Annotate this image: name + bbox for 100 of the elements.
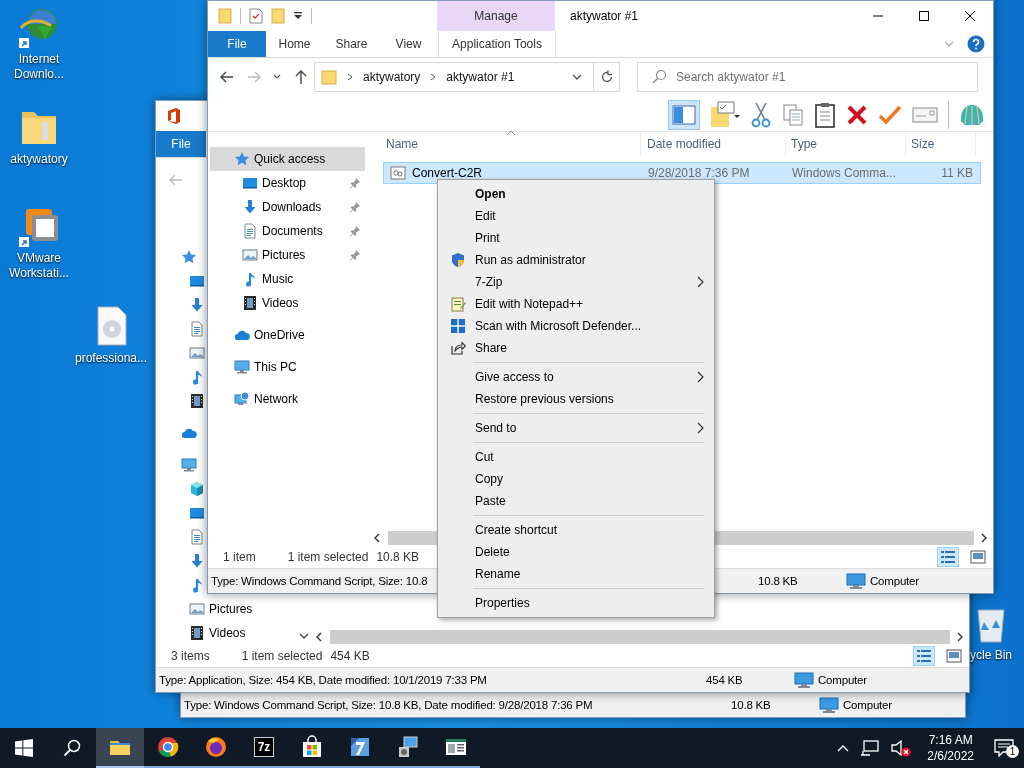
ribbon-tab[interactable]: File (156, 131, 206, 157)
menu-item[interactable]: Create shortcut (438, 519, 714, 541)
scroll-right-icon[interactable] (979, 532, 989, 544)
menu-item[interactable]: Properties (438, 592, 714, 614)
menu-item[interactable]: Edit (438, 205, 714, 227)
menu-item[interactable]: Scan with Microsoft Defender... (438, 315, 714, 337)
speaker-icon[interactable] (890, 739, 913, 757)
nav-item[interactable]: Videos (209, 626, 246, 640)
recent-dropdown-icon[interactable] (272, 73, 283, 81)
close-icon[interactable] (964, 10, 976, 22)
desktop-icon-label[interactable]: aktywatory (10, 152, 68, 167)
desktop-icon-label[interactable]: professiona... (75, 351, 148, 366)
window-icon (449, 318, 466, 334)
app-icon[interactable] (348, 735, 372, 759)
dropdown-icon[interactable] (293, 11, 303, 21)
image-icon (189, 345, 205, 361)
menu-item[interactable]: Copy (438, 468, 714, 490)
breadcrumb[interactable]: aktywatory (363, 70, 421, 84)
network-icon[interactable] (860, 739, 881, 757)
nav-item[interactable]: Videos (210, 291, 365, 315)
chevron-up-icon[interactable] (836, 743, 851, 753)
column-header[interactable]: Type (786, 132, 906, 156)
scroll-down-icon[interactable] (299, 632, 309, 640)
file-row[interactable]: Convert-C2R 9/28/2018 7:36 PM Windows Comma... 11 KB (383, 162, 981, 184)
search-icon[interactable] (63, 739, 81, 757)
nav-item[interactable]: Music (210, 267, 365, 291)
office-icon[interactable] (166, 107, 182, 125)
menu-item[interactable]: Edit with Notepad++ (438, 293, 714, 315)
menu-item[interactable]: Rename (438, 563, 714, 585)
ribbon-tab[interactable]: Application Tools (438, 31, 556, 57)
start-icon[interactable] (15, 739, 33, 757)
scissors-icon[interactable] (750, 101, 772, 128)
nav-item[interactable]: This PC (210, 355, 365, 379)
menu-item[interactable]: Share (438, 337, 714, 359)
menu-item[interactable]: Give access to (438, 366, 714, 388)
menu-item[interactable]: Run as administrator (438, 249, 714, 271)
installer-icon[interactable] (396, 735, 420, 759)
scrollbar-thumb[interactable] (330, 630, 950, 644)
help-icon[interactable] (967, 35, 985, 53)
selection-count: 1 item selected (287, 550, 369, 564)
ribbon-tab[interactable]: Home (266, 31, 323, 57)
checklist-icon[interactable] (249, 8, 263, 24)
ribbon-tab[interactable]: View (380, 31, 437, 57)
nav-item[interactable]: Desktop (210, 171, 365, 195)
ribbon-tab[interactable]: Share (323, 31, 380, 57)
scroll-right-icon[interactable] (955, 631, 965, 643)
menu-item[interactable]: Restore previous versions (438, 388, 714, 410)
taskbar-button[interactable] (96, 728, 144, 768)
dropdown-icon[interactable] (571, 72, 583, 82)
pin-icon[interactable] (349, 201, 361, 213)
menu-item[interactable]: Cut (438, 446, 714, 468)
menu-item[interactable]: Print (438, 227, 714, 249)
pin-icon[interactable] (349, 177, 361, 189)
x-icon[interactable] (846, 103, 868, 126)
notification-icon[interactable] (994, 739, 1014, 757)
clock[interactable]: 7:16 AM 2/6/2022 (917, 732, 984, 764)
menu-item[interactable]: Open (438, 183, 714, 205)
nav-item[interactable]: Network (210, 387, 365, 411)
pin-icon[interactable] (349, 225, 361, 237)
nav-item[interactable]: Quick access (210, 147, 365, 171)
film-icon (242, 295, 258, 311)
nav-item[interactable]: Pictures (209, 602, 253, 616)
nav-item[interactable]: OneDrive (210, 323, 365, 347)
address-bar[interactable]: aktywatory aktywator #1 (314, 62, 594, 92)
desktop-icon-label[interactable]: ycle Bin (970, 648, 1012, 663)
taskbar-button[interactable]: 7z (240, 728, 288, 768)
back-icon[interactable] (219, 69, 236, 85)
menu-item[interactable]: 7-Zip (438, 271, 714, 293)
bag-icon[interactable] (300, 735, 324, 759)
notification-badge: 1 (1006, 745, 1019, 758)
search-field[interactable]: Search aktywator #1 (637, 62, 978, 92)
pin-icon[interactable] (349, 249, 361, 261)
menu-item[interactable]: Delete (438, 541, 714, 563)
chevron-icon (345, 72, 355, 82)
clipboard-icon[interactable] (814, 101, 836, 128)
column-header[interactable]: Date modified (641, 132, 786, 156)
menu-item[interactable]: Paste (438, 490, 714, 512)
menu-item[interactable]: Send to (438, 417, 714, 439)
nav-item[interactable]: Documents (210, 219, 365, 243)
shell-icon[interactable] (959, 102, 985, 127)
refresh-icon[interactable] (599, 70, 614, 84)
network-icon (234, 391, 250, 407)
ribbon-tab[interactable]: File (208, 31, 266, 57)
maximize-icon[interactable] (918, 10, 930, 22)
browser-icon[interactable] (204, 735, 228, 759)
desktop-icon-label[interactable]: Internet Downlo... (6, 52, 72, 82)
nav-item[interactable]: Downloads (210, 195, 365, 219)
checkmark-icon[interactable] (878, 103, 902, 126)
breadcrumb[interactable]: aktywator #1 (446, 70, 515, 84)
share-icon (449, 340, 466, 356)
monitor-icon (189, 273, 205, 289)
column-header[interactable]: Name (369, 132, 641, 156)
table-cell-text: Windows Comma... (791, 166, 898, 180)
folder-note-icon[interactable] (710, 100, 740, 129)
browser-icon[interactable] (156, 735, 180, 759)
column-header[interactable]: Size (906, 132, 976, 156)
desktop-icon-label[interactable]: VMware Workstati... (6, 251, 72, 281)
document-icon (189, 529, 205, 545)
refresh-button[interactable] (594, 62, 620, 92)
nav-item[interactable]: Pictures (210, 243, 365, 267)
